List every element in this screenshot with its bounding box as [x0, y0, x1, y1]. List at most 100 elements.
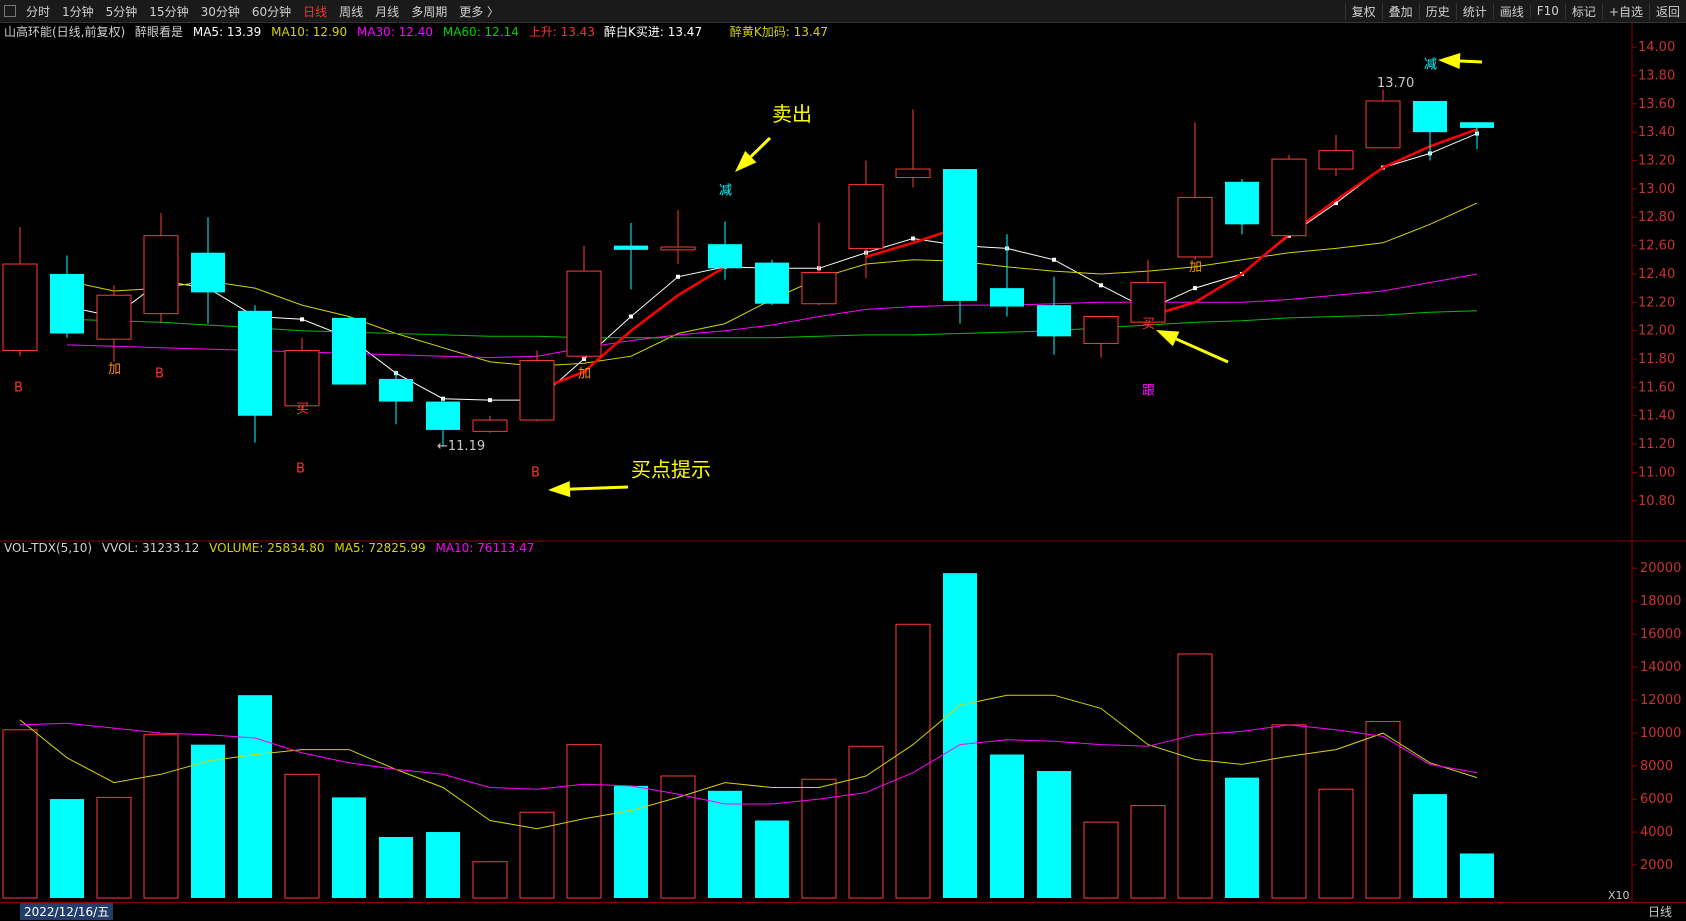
period-tab-3[interactable]: 15分钟 [143, 3, 194, 20]
volume-bar-down [1225, 777, 1259, 898]
chart-annotation: B [296, 461, 305, 476]
volume-bar-down [426, 832, 460, 898]
candle-body-down [1225, 181, 1259, 225]
volume-tick-label: 16000 [1640, 627, 1681, 642]
chart-annotation: 买 [296, 402, 309, 417]
period-tab-1[interactable]: 1分钟 [56, 3, 100, 20]
candle-body-up [1130, 281, 1166, 323]
menu-icon[interactable] [4, 5, 16, 17]
volume-bar-down [755, 820, 789, 898]
ma5-marker [1099, 283, 1103, 288]
toolbar-button-4[interactable]: 画线 [1492, 2, 1530, 20]
chart-annotation: 减 [1424, 57, 1437, 72]
volume-bar-down [1037, 771, 1071, 898]
candle-body-down [379, 378, 413, 402]
chart-annotation: 加 [1189, 260, 1202, 275]
ma5-marker [770, 266, 774, 271]
volume-tick-label: 10000 [1640, 726, 1681, 741]
volume-tick-label: 6000 [1640, 792, 1673, 807]
ma5-marker [394, 371, 398, 376]
period-tab-7[interactable]: 周线 [333, 3, 369, 20]
period-tab-2[interactable]: 5分钟 [100, 3, 144, 20]
volume-bar-up [801, 778, 837, 899]
volume-indicator-name[interactable]: VOL-TDX(5,10) [4, 541, 92, 555]
toolbar-button-5[interactable]: F10 [1529, 4, 1565, 18]
candle-body-up [1271, 158, 1307, 237]
period-tab-5[interactable]: 60分钟 [246, 3, 297, 20]
volume-bar-up [143, 734, 179, 899]
toolbar-button-2[interactable]: 历史 [1418, 2, 1456, 20]
ma5-marker [629, 314, 633, 319]
chart-annotation: B [531, 466, 540, 481]
volume-bar-up [284, 773, 320, 899]
toolbar-button-7[interactable]: +自选 [1601, 2, 1649, 20]
ma5-marker [1428, 151, 1432, 156]
volume-tick-label: 18000 [1640, 594, 1681, 609]
ma5-marker [1193, 286, 1197, 291]
volume-bar-down [943, 573, 977, 898]
price-tick-label: 11.80 [1638, 352, 1675, 367]
period-tab-10[interactable]: 更多 〉 [453, 3, 505, 20]
price-tick-label: 14.00 [1638, 40, 1675, 55]
volume-bar-up [1130, 805, 1166, 899]
volume-bar-down [332, 797, 366, 898]
legend-ma30: MA30: 12.40 [356, 25, 434, 39]
ma5-marker [441, 396, 445, 401]
ma5-marker [300, 317, 304, 322]
period-tab-8[interactable]: 月线 [369, 3, 405, 20]
ma5-marker [347, 335, 351, 340]
stock-name[interactable]: 山高环能(日线,前复权) [4, 25, 125, 39]
volume-bar-down [614, 785, 648, 898]
toolbar-button-8[interactable]: 返回 [1648, 2, 1686, 20]
candle-body-down [990, 288, 1024, 307]
signal-line [1147, 128, 1478, 318]
volume-bar-up [1318, 788, 1354, 899]
price-tick-label: 11.20 [1638, 437, 1675, 452]
volume-bar-up [1177, 653, 1213, 899]
volume-unit-label: X10 [1608, 889, 1630, 902]
annotation-arrow-head [1156, 330, 1180, 347]
ma5-marker [1381, 165, 1385, 170]
volume-bar-up [848, 745, 884, 899]
volume-bar-down [708, 790, 742, 898]
candle-body-down [1037, 305, 1071, 337]
period-tab-9[interactable]: 多周期 [405, 3, 453, 20]
ma5-marker [864, 250, 868, 255]
candle-body-down [191, 252, 225, 293]
ma5-marker [1287, 233, 1291, 238]
volume-bar-down [238, 695, 272, 898]
period-tab-0[interactable]: 分时 [20, 3, 56, 20]
candle-body-up [143, 235, 179, 315]
chart-annotation: 买点提示 [631, 458, 711, 482]
annotation-arrow-shaft [749, 136, 772, 158]
signal-line [865, 226, 961, 259]
volume-bar-down [191, 744, 225, 898]
annotation-arrow-head [735, 150, 757, 172]
toolbar-button-1[interactable]: 叠加 [1381, 2, 1419, 20]
stock-chart: 10.80 11.00 11.20 11.40 11.60 11.80 12.00 12.20… [0, 22, 1686, 919]
price-tick-label: 11.40 [1638, 409, 1675, 424]
candle-body-up [895, 168, 931, 179]
signal-line [536, 265, 726, 392]
signal-legend: 醉白K买进: 13.47 醉黄K加码: 13.47 [604, 23, 834, 40]
legend-k-add: 醉黄K加码: 13.47 [729, 25, 829, 39]
period-tab-6[interactable]: 日线 [297, 3, 333, 20]
volume-bar-up [96, 796, 132, 899]
candle-body-up [2, 263, 38, 352]
period-toolbar: 分时 1分钟 5分钟 15分钟 30分钟 60分钟 日线 周线 月线 多周期 更多 〉 复权 叠加 历史… [0, 0, 1686, 23]
candle-body-down [332, 317, 366, 385]
chart-annotation: 减 [719, 184, 732, 199]
ma5-marker [582, 357, 586, 362]
legend-ma10: MA10: 12.90 [271, 25, 348, 39]
price-tick-label: 12.60 [1638, 239, 1675, 254]
ma5-marker [1146, 307, 1150, 312]
period-tab-4[interactable]: 30分钟 [195, 3, 246, 20]
toolbar-button-6[interactable]: 标记 [1564, 2, 1602, 20]
volume-tick-label: 8000 [1640, 759, 1673, 774]
price-tick-label: 11.00 [1638, 465, 1675, 480]
candle-body-down [708, 244, 742, 269]
indicator-name[interactable]: 醉眼看是 [135, 25, 183, 39]
annotation-arrow-head [1438, 53, 1461, 69]
toolbar-button-3[interactable]: 统计 [1455, 2, 1493, 20]
toolbar-button-0[interactable]: 复权 [1344, 2, 1382, 20]
